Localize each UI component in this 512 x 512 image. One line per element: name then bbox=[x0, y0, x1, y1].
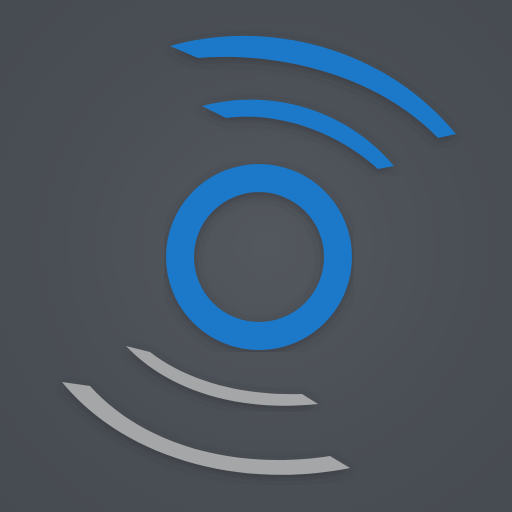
lower-outer-arc-icon bbox=[62, 382, 350, 475]
center-ring-icon bbox=[166, 164, 352, 350]
app-icon bbox=[0, 0, 512, 512]
lower-inner-arc-icon bbox=[126, 346, 318, 406]
wireless-signal-logo bbox=[62, 35, 456, 475]
upper-inner-arc-icon bbox=[202, 99, 394, 169]
